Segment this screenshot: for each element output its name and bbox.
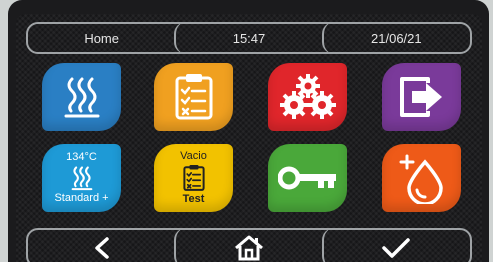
water-drop-add-icon bbox=[399, 154, 443, 204]
navigation-bar bbox=[26, 228, 472, 262]
sterilization-program-tile[interactable] bbox=[42, 63, 121, 131]
program-name: Standard + bbox=[54, 192, 109, 204]
key-icon bbox=[277, 166, 336, 190]
home-icon bbox=[235, 235, 263, 261]
sterilizer-heat-icon bbox=[64, 77, 99, 118]
report-checklist-tile[interactable] bbox=[154, 63, 233, 131]
clipboard-checklist-icon bbox=[175, 74, 212, 120]
back-chevron-icon bbox=[94, 237, 109, 259]
confirm-check-icon bbox=[382, 238, 411, 258]
standard-plus-program-tile[interactable]: 134°C Standard + bbox=[42, 144, 121, 212]
clock-time: 15:47 bbox=[174, 22, 322, 54]
back-button[interactable] bbox=[28, 230, 175, 262]
gears-settings-icon bbox=[279, 74, 336, 119]
water-fill-tile[interactable] bbox=[382, 144, 461, 212]
screen-title: Home bbox=[84, 30, 119, 46]
exit-tile[interactable] bbox=[382, 63, 461, 131]
home-button[interactable] bbox=[174, 228, 322, 262]
touch-screen: Home 15:47 21/06/21 134°C Standard + Vac… bbox=[16, 14, 482, 262]
exit-arrow-icon bbox=[399, 77, 442, 117]
status-bar: Home 15:47 21/06/21 bbox=[26, 22, 472, 54]
current-date: 21/06/21 bbox=[321, 22, 470, 54]
test-label: Test bbox=[182, 193, 205, 205]
access-key-tile[interactable] bbox=[268, 144, 347, 212]
sterilizer-heat-icon bbox=[71, 166, 92, 191]
settings-tile[interactable] bbox=[268, 63, 347, 131]
vacuum-test-tile[interactable]: Vacio Test bbox=[154, 144, 233, 212]
program-temperature: 134°C bbox=[66, 151, 97, 163]
confirm-button[interactable] bbox=[321, 228, 470, 262]
test-type-label: Vacio bbox=[180, 150, 207, 162]
clipboard-checklist-icon bbox=[182, 165, 205, 191]
